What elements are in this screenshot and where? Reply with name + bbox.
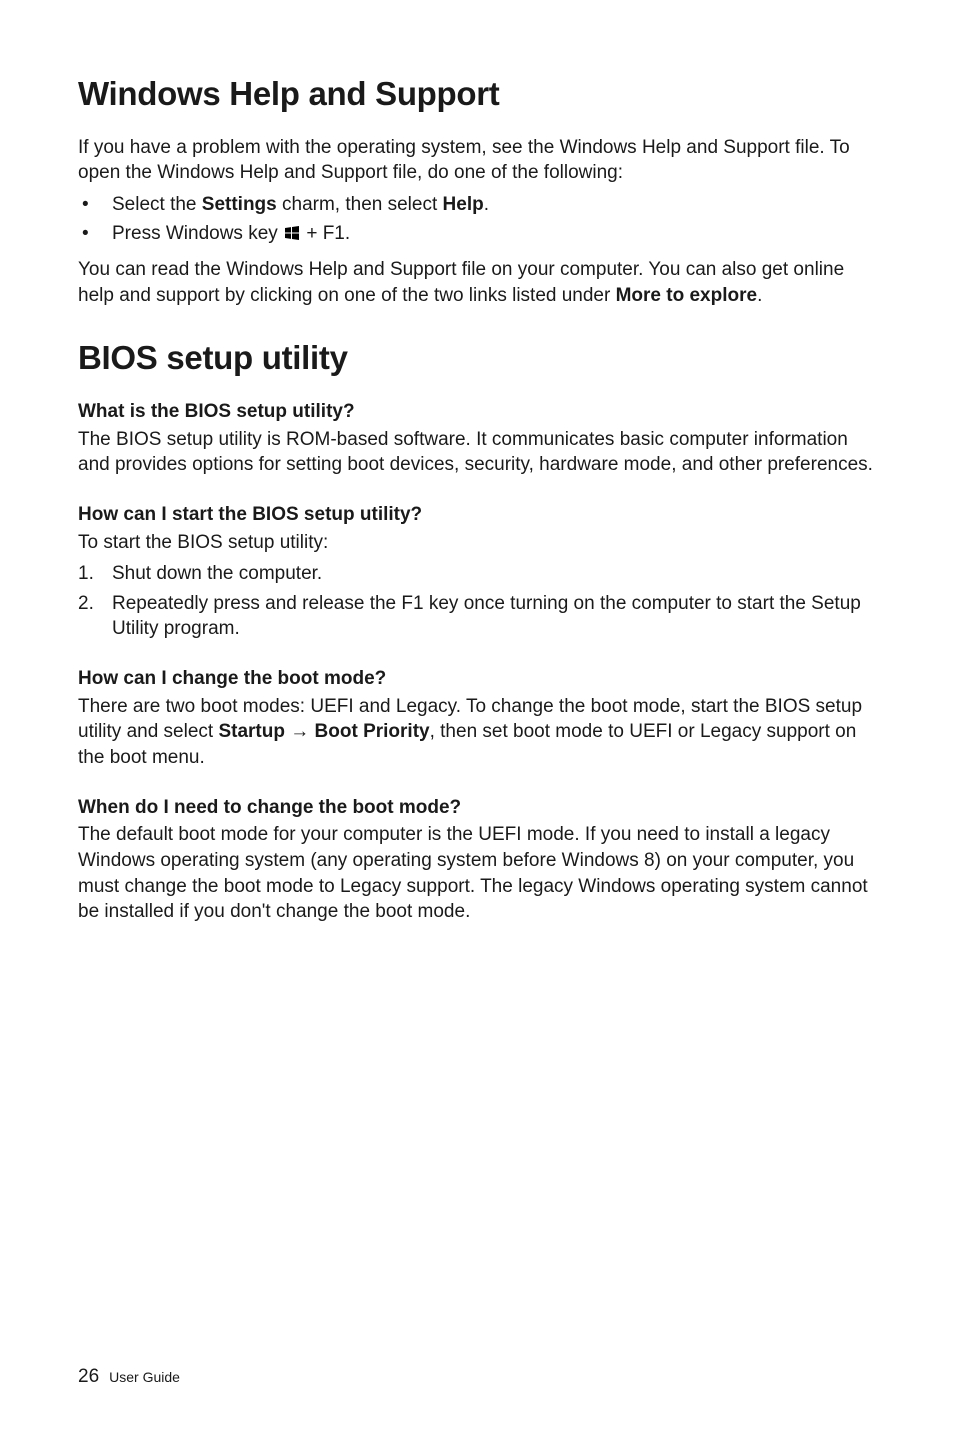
bold-text: Settings [202, 194, 277, 215]
numbered-list: Shut down the computer. Repeatedly press… [78, 561, 876, 642]
text-fragment: Select the [112, 194, 202, 215]
list-item: Select the Settings charm, then select H… [78, 192, 876, 218]
list-item: Shut down the computer. [78, 561, 876, 587]
paragraph: There are two boot modes: UEFI and Legac… [78, 694, 876, 771]
paragraph: You can read the Windows Help and Suppor… [78, 257, 876, 308]
subheading: What is the BIOS setup utility? [78, 399, 876, 425]
page-number: 26 [78, 1366, 99, 1387]
document-page: Windows Help and Support If you have a p… [0, 0, 954, 1452]
text-fragment: Press Windows key [112, 223, 283, 244]
bullet-list: Select the Settings charm, then select H… [78, 192, 876, 247]
subheading: When do I need to change the boot mode? [78, 795, 876, 821]
text-fragment: charm, then select [277, 194, 443, 215]
paragraph: The default boot mode for your computer … [78, 822, 876, 925]
text-fragment: . [484, 194, 489, 215]
subheading: How can I start the BIOS setup utility? [78, 502, 876, 528]
bold-text: Boot Priority [315, 721, 430, 742]
intro-paragraph: If you have a problem with the operating… [78, 135, 876, 186]
text-fragment: . [757, 285, 762, 306]
bold-text: Help [443, 194, 484, 215]
list-item: Repeatedly press and release the F1 key … [78, 591, 876, 642]
section-title-windows-help: Windows Help and Support [78, 72, 876, 117]
text-fragment: + F1. [301, 223, 350, 244]
bold-text: More to explore [616, 285, 757, 306]
paragraph: To start the BIOS setup utility: [78, 530, 876, 556]
windows-key-icon [285, 226, 299, 240]
text-fragment: → [285, 721, 315, 742]
footer-label: User Guide [109, 1369, 180, 1385]
subheading: How can I change the boot mode? [78, 666, 876, 692]
section-title-bios: BIOS setup utility [78, 336, 876, 381]
paragraph: The BIOS setup utility is ROM-based soft… [78, 427, 876, 478]
page-footer: 26 User Guide [78, 1364, 180, 1390]
bold-text: Startup [218, 721, 285, 742]
list-item: Press Windows key + F1. [78, 221, 876, 247]
